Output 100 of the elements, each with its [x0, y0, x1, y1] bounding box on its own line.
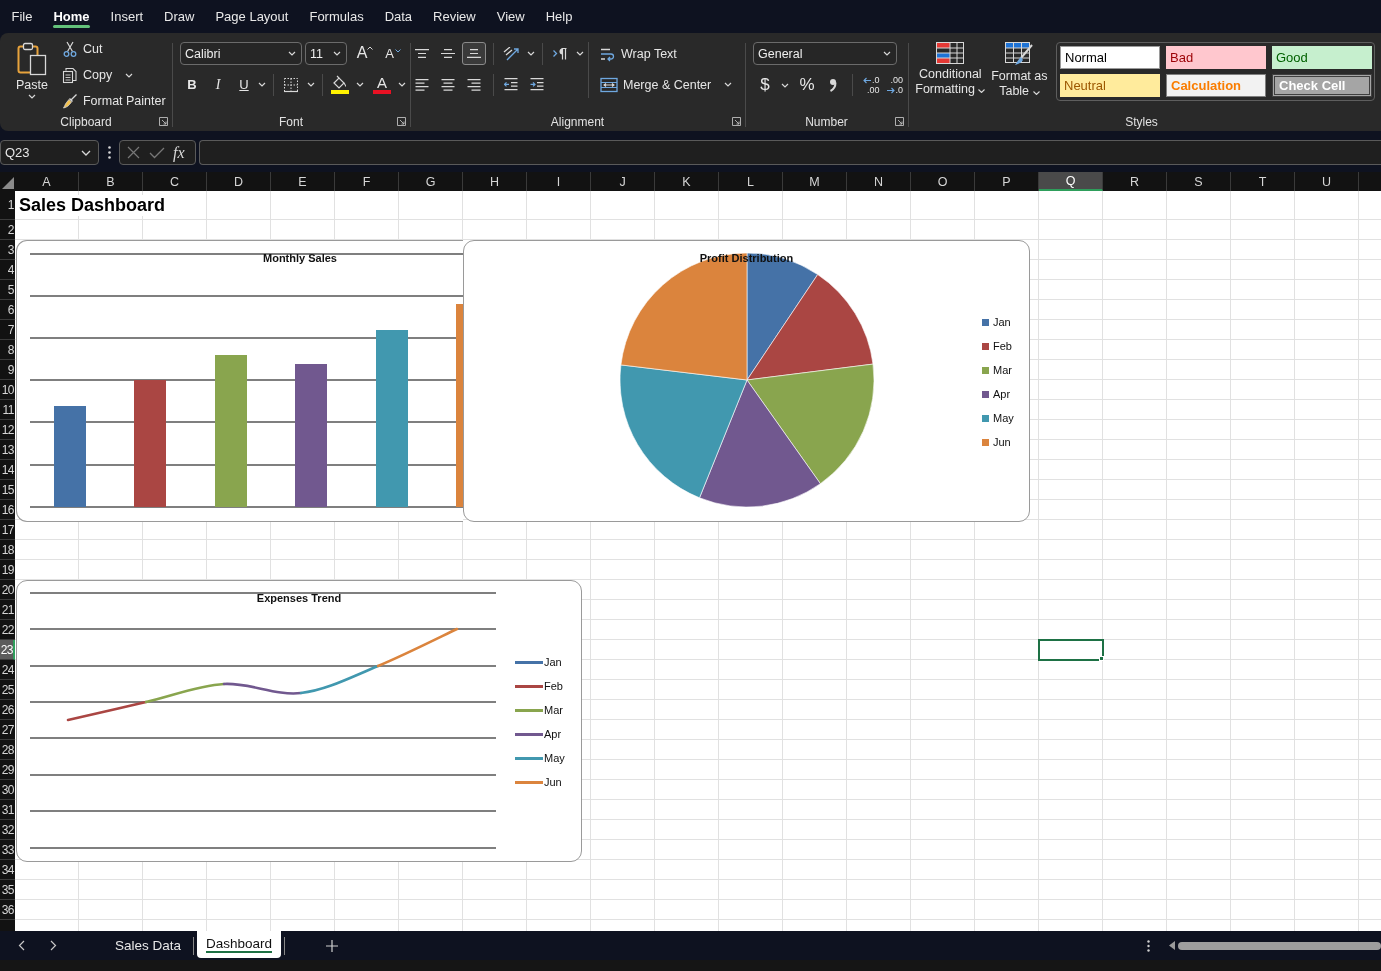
- sheet-tab[interactable]: Sales Data: [106, 932, 191, 959]
- legend-label: Jan: [993, 316, 1011, 328]
- caret-icon: [576, 51, 584, 56]
- format-painter-button[interactable]: Format Painter: [58, 89, 169, 112]
- fill-color-button[interactable]: [328, 73, 352, 96]
- cell-style-option[interactable]: Neutral: [1060, 74, 1160, 97]
- caret-icon: [125, 72, 134, 78]
- legend-label: Feb: [544, 680, 563, 692]
- dialog-launcher-icon[interactable]: [159, 117, 168, 126]
- legend-label: Apr: [993, 388, 1011, 400]
- bottom-align-button[interactable]: [462, 42, 486, 65]
- decrease-indent-icon: [504, 78, 518, 91]
- legend-label: Jun: [544, 776, 562, 788]
- paragraph-direction-icon: [552, 47, 568, 60]
- bold-button[interactable]: B: [180, 73, 204, 96]
- row-header[interactable]: 23: [0, 640, 15, 660]
- font-size-field[interactable]: 11: [305, 42, 347, 65]
- dialog-launcher-icon[interactable]: [732, 117, 741, 126]
- align-right-icon: [467, 78, 481, 91]
- horizontal-scrollbar[interactable]: [1178, 941, 1381, 950]
- paste-button[interactable]: Paste: [14, 42, 50, 99]
- formula-input[interactable]: [199, 140, 1381, 165]
- add-sheet-icon[interactable]: [326, 939, 339, 952]
- menu-tab[interactable]: Insert: [100, 0, 154, 33]
- conditional-formatting-button[interactable]: Conditional Formatting: [914, 41, 987, 97]
- legend-label: Jun: [993, 436, 1011, 448]
- selected-cell-outline: [1038, 639, 1104, 661]
- more-options-icon[interactable]: [108, 146, 111, 159]
- caret-icon: [28, 94, 36, 99]
- paintbrush-icon: [61, 92, 78, 109]
- arrow-left-icon: [863, 76, 871, 84]
- menu-tab[interactable]: Home: [42, 0, 101, 33]
- chevron-left-icon[interactable]: [18, 940, 25, 951]
- underline-button[interactable]: U: [232, 73, 256, 96]
- chevron-right-icon[interactable]: [50, 940, 57, 951]
- cell-style-option[interactable]: Bad: [1166, 46, 1266, 69]
- menu-tab[interactable]: Review: [422, 0, 487, 33]
- menu-tab[interactable]: Formulas: [298, 0, 375, 33]
- column-header[interactable]: Q: [1039, 172, 1103, 191]
- caret-icon: [978, 89, 986, 93]
- menu-tab[interactable]: Draw: [153, 0, 205, 33]
- merge-center-button[interactable]: Merge & Center: [597, 73, 715, 96]
- insert-function-button[interactable]: fx: [173, 143, 185, 162]
- number-format-field[interactable]: General: [753, 42, 897, 65]
- currency-format-button[interactable]: $: [753, 73, 777, 97]
- percent-format-button[interactable]: %: [795, 73, 819, 97]
- cut-button[interactable]: Cut: [58, 38, 169, 61]
- caret-icon: [356, 82, 364, 87]
- menu-tab[interactable]: Help: [535, 0, 583, 33]
- group-label: Font: [279, 114, 303, 129]
- caret-icon: [307, 82, 315, 87]
- decrease-font-size-button[interactable]: A: [381, 42, 405, 65]
- copy-button[interactable]: Copy: [58, 63, 116, 87]
- copy-icon: [61, 66, 78, 84]
- increase-font-size-button[interactable]: A: [353, 42, 377, 65]
- group-label: Number: [805, 114, 848, 129]
- caret-icon: [398, 82, 406, 87]
- chevron-down-icon: [81, 149, 91, 156]
- top-align-icon: [415, 49, 429, 58]
- cell-style-option[interactable]: Normal: [1060, 46, 1160, 69]
- dialog-launcher-icon[interactable]: [895, 117, 904, 126]
- select-all-icon[interactable]: [2, 177, 14, 189]
- more-options-icon[interactable]: [1147, 939, 1150, 952]
- bottom-align-icon: [467, 49, 481, 58]
- menu-tab[interactable]: Data: [374, 0, 423, 33]
- italic-button[interactable]: I: [206, 73, 230, 96]
- font-name-field[interactable]: Calibri: [180, 42, 302, 65]
- group-label: Alignment: [550, 114, 605, 129]
- menu-tab[interactable]: View: [486, 0, 536, 33]
- scroll-left-icon[interactable]: [1169, 941, 1175, 950]
- dialog-launcher-icon[interactable]: [397, 117, 406, 126]
- legend-label: Mar: [993, 364, 1012, 376]
- menu-tab[interactable]: Page Layout: [204, 0, 299, 33]
- font-color-button[interactable]: A: [370, 73, 394, 96]
- decrease-decimal-button[interactable]: .00 .0: [884, 73, 906, 97]
- align-center-icon: [441, 78, 455, 91]
- format-as-table-button[interactable]: Format as Table: [988, 41, 1050, 99]
- legend-label: Apr: [544, 728, 562, 740]
- paint-bucket-icon: [331, 75, 349, 94]
- caret-icon: [258, 82, 266, 87]
- caret-down-icon: [394, 49, 401, 53]
- caret-up-icon: [367, 46, 374, 50]
- color-bar-icon: [373, 90, 391, 94]
- cell-style-option[interactable]: Good: [1272, 46, 1372, 69]
- increase-indent-icon: [530, 78, 544, 91]
- sheet-tab[interactable]: Dashboard: [197, 931, 282, 958]
- group-label: Styles: [1125, 114, 1158, 129]
- menu-tab[interactable]: File: [1, 0, 43, 33]
- cancel-icon[interactable]: [127, 146, 140, 159]
- align-left-icon: [415, 78, 429, 91]
- check-icon[interactable]: [149, 146, 165, 159]
- legend-label: May: [993, 412, 1014, 424]
- increase-decimal-button[interactable]: .0 .00: [861, 73, 882, 97]
- chevron-down-icon: [333, 51, 341, 56]
- legend-label: Jan: [544, 656, 562, 668]
- wrap-text-button[interactable]: Wrap Text: [597, 42, 735, 65]
- caret-icon: [1032, 91, 1040, 95]
- name-box[interactable]: Q23: [0, 140, 99, 165]
- chevron-down-icon: [883, 51, 891, 56]
- scissors-icon: [61, 41, 78, 58]
